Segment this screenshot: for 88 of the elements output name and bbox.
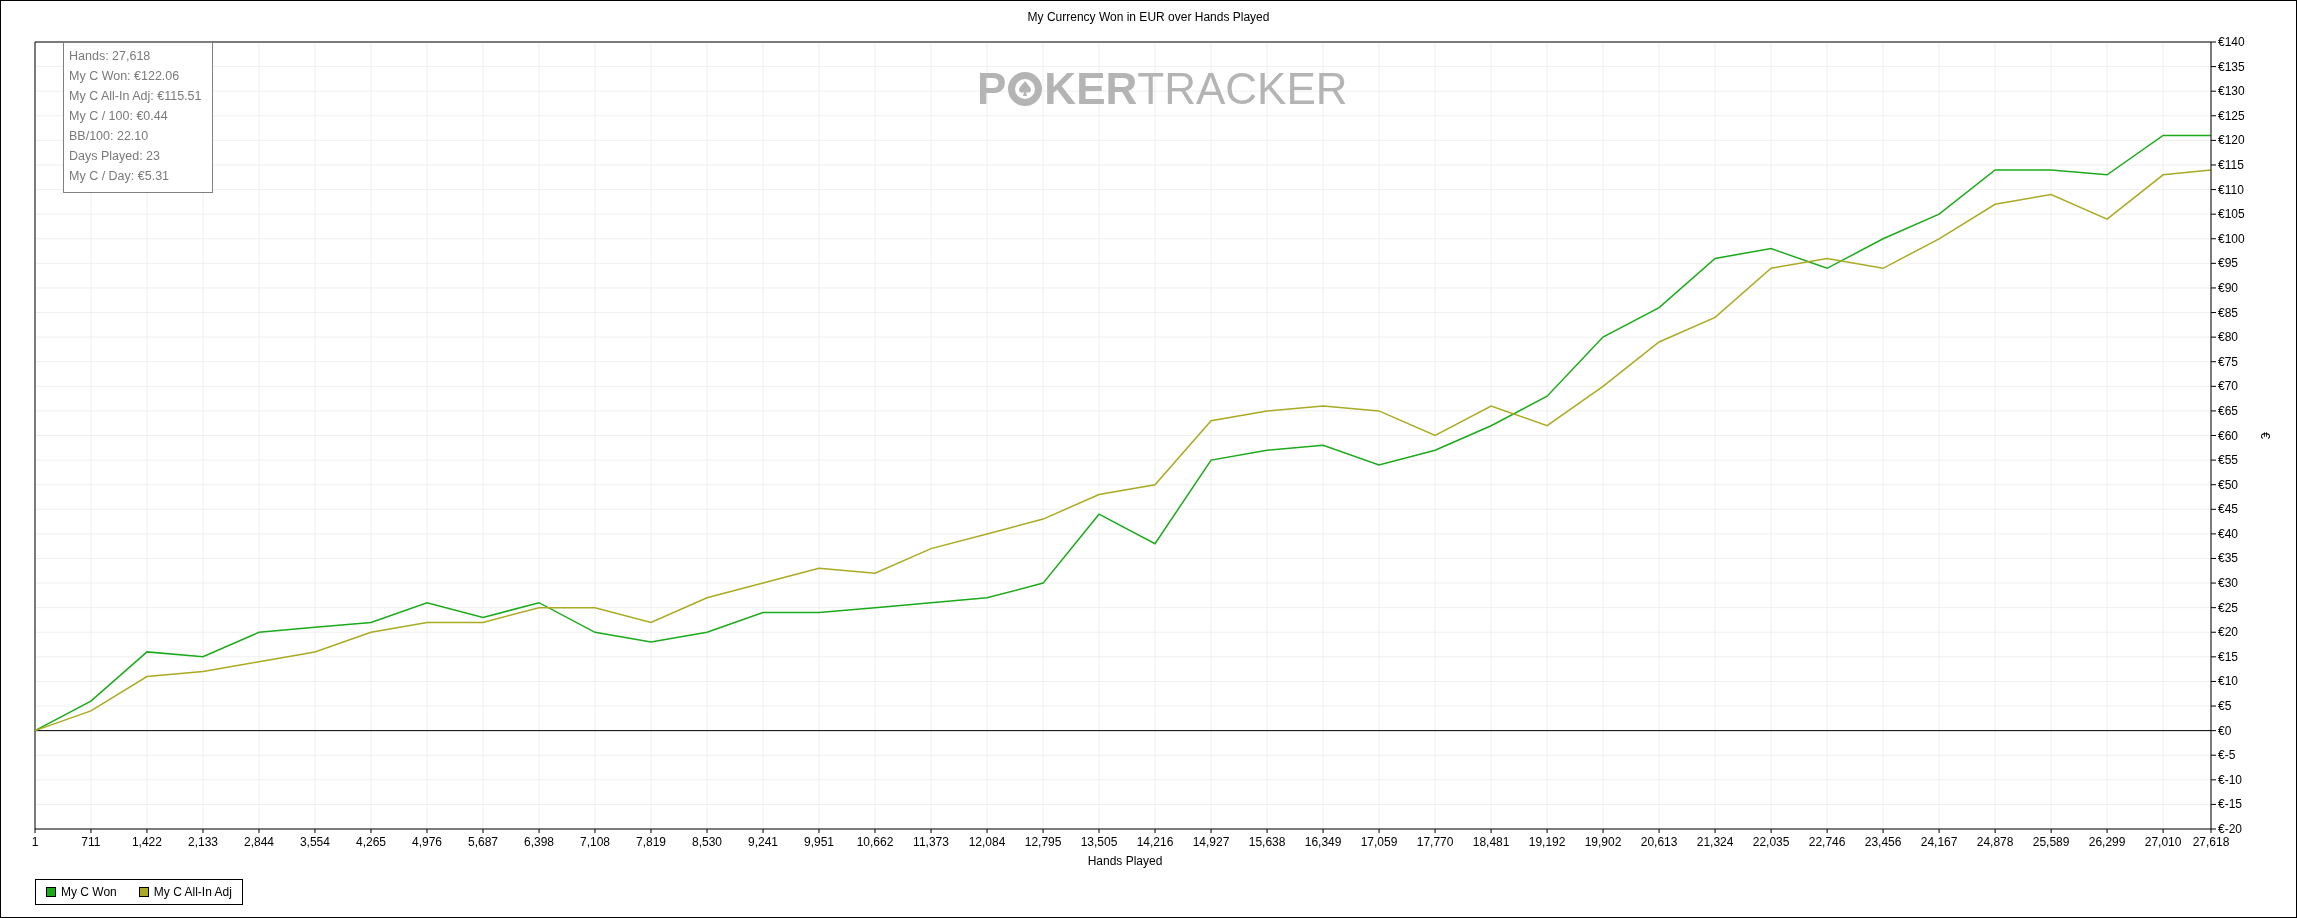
x-tick-label: 24,878 [1976,835,2014,849]
x-tick-label: 25,589 [2032,835,2070,849]
y-tick-label: €-15 [2218,797,2243,812]
stat-text: Days Played: 23 [69,148,162,165]
x-tick-label: 16,349 [1304,835,1342,849]
y-tick-label: €135 [2218,59,2245,74]
x-tick-label: 12,084 [968,835,1006,849]
y-tick-label: €115 [2218,157,2244,172]
y-tick-label: €90 [2218,280,2239,295]
y-tick-label: €140 [2218,35,2245,49]
x-tick-label: 4,265 [355,835,386,849]
x-tick-label: 27,010 [2144,835,2182,849]
x-tick-label: 26,299 [2088,835,2126,849]
x-tick-label: 21,324 [1696,835,1734,849]
poker-chip-icon [1008,72,1043,106]
y-tick-label: €30 [2218,576,2239,591]
y-tick-label: €55 [2218,453,2239,468]
legend-label: My C Won [61,885,117,899]
y-tick-label: €110 [2218,182,2244,197]
x-tick-label: 14,216 [1136,835,1174,849]
y-tick-label: €80 [2218,330,2239,345]
x-tick-label: 22,035 [1752,835,1790,849]
y-tick-label: €20 [2218,625,2239,640]
y-tick-label: €5 [2218,699,2232,714]
x-tick-label: 27,618 [2192,835,2230,849]
y-tick-label: €70 [2218,379,2239,394]
x-tick-label: 2,844 [244,835,274,849]
x-tick-label: 22,746 [1808,835,1846,849]
x-tick-label: 10,662 [856,835,894,849]
x-tick-label: 6,398 [524,835,555,849]
y-tick-label: €50 [2218,477,2239,492]
y-tick-label: €125 [2218,108,2245,123]
stat-text: My C Won: €122.06 [69,68,181,85]
y-tick-label: €-5 [2218,748,2236,763]
x-tick-label: 8,530 [692,835,723,849]
x-tick-label: 4,976 [411,835,442,849]
x-tick-label: 17,770 [1416,835,1454,849]
stat-text: My C / 100: €0.44 [69,108,169,125]
y-tick-label: €105 [2218,207,2245,222]
x-tick-label: 9,241 [748,835,779,849]
y-tick-label: €15 [2218,649,2239,664]
y-tick-label: €-10 [2218,772,2243,787]
chart-title: My Currency Won in EUR over Hands Played [1027,10,1270,24]
watermark-text: P [977,67,1007,111]
y-tick-label: €75 [2218,354,2239,369]
y-axis-title: € [2258,432,2272,439]
x-tick-label: 13,505 [1080,835,1118,849]
y-tick-label: €95 [2218,256,2239,271]
x-tick-label: 17,059 [1360,835,1398,849]
y-tick-label: €25 [2218,600,2239,615]
x-tick-label: 24,167 [1920,835,1958,849]
x-tick-label: 5,687 [468,835,499,849]
x-tick-label: 20,613 [1640,835,1678,849]
x-tick-label: 12,795 [1024,835,1062,849]
y-tick-label: €40 [2218,526,2239,541]
y-tick-label: €10 [2218,674,2239,689]
x-tick-label: 711 [81,835,101,849]
y-tick-label: €130 [2218,84,2245,99]
y-tick-label: €65 [2218,403,2239,418]
x-tick-label: 18,481 [1472,835,1510,849]
y-tick-label: €0 [2218,723,2232,738]
stat-text: My C / Day: €5.31 [69,168,171,185]
x-tick-label: 11,373 [913,835,949,849]
x-tick-label: 14,927 [1192,835,1230,849]
y-tick-label: €120 [2218,133,2245,148]
y-tick-label: €100 [2218,231,2245,246]
x-tick-label: 23,456 [1864,835,1902,849]
x-tick-label: 3,554 [299,835,330,849]
watermark-text: KERTRACKER [1044,67,1348,111]
x-tick-label: 19,192 [1528,835,1566,849]
x-tick-label: 7,108 [579,835,610,849]
y-tick-label: €85 [2218,305,2239,320]
x-tick-label: 9,951 [803,835,834,849]
x-tick-label: 19,902 [1584,835,1622,849]
x-tick-label: 7,819 [636,835,666,849]
legend-label: My C All-In Adj [153,885,232,899]
y-tick-label: €35 [2218,551,2239,566]
x-axis-title: Hands Played [1087,854,1163,868]
stat-text: My C All-In Adj: €115.51 [69,88,203,105]
stat-text: BB/100: 22.10 [69,128,150,145]
x-tick-label: 2,133 [187,835,218,849]
x-tick-label: 1 [31,835,39,849]
x-tick-label: 1,422 [131,835,162,849]
x-tick-label: 15,638 [1248,835,1286,849]
y-tick-label: €60 [2218,428,2239,443]
y-tick-label: €45 [2218,502,2239,517]
stat-text: Hands: 27,618 [69,48,152,65]
y-tick-label: €-20 [2218,822,2243,836]
